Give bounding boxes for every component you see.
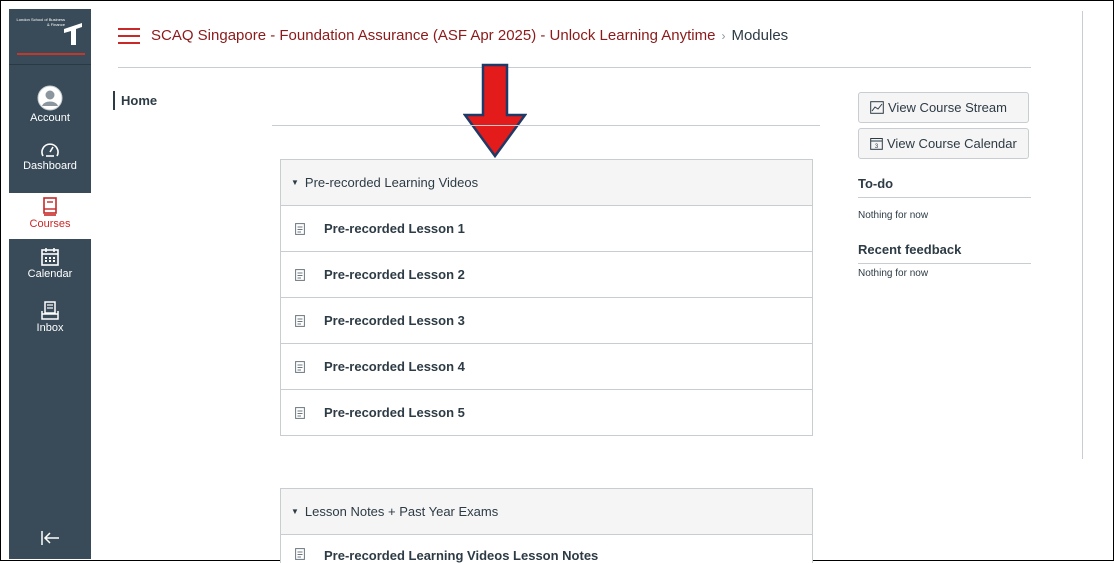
header-divider	[118, 67, 1031, 68]
breadcrumb-course-link[interactable]: SCAQ Singapore - Foundation Assurance (A…	[151, 27, 715, 44]
calendar-icon	[41, 248, 59, 266]
breadcrumb: SCAQ Singapore - Foundation Assurance (A…	[151, 27, 788, 44]
collapse-nav-button[interactable]	[9, 530, 91, 551]
todo-empty-text: Nothing for now	[858, 210, 929, 221]
recent-feedback-heading: Recent feedback	[858, 242, 1031, 264]
module-title: Pre-recorded Learning Videos	[304, 175, 479, 190]
module-item[interactable]: Pre-recorded Lesson 1	[281, 206, 812, 252]
breadcrumb-current: Modules	[731, 27, 789, 44]
module-item-title: Pre-recorded Lesson 3	[324, 313, 465, 328]
module-item-title: Pre-recorded Lesson 1	[324, 221, 465, 236]
courses-book-icon	[43, 197, 57, 216]
module-title: Lesson Notes + Past Year Exams	[304, 504, 499, 519]
dashboard-gauge-icon	[41, 143, 59, 157]
module-item[interactable]: Pre-recorded Lesson 2	[281, 252, 812, 298]
page-icon	[295, 314, 305, 327]
red-down-arrow-annotation	[463, 63, 527, 159]
nav-dashboard[interactable]: Dashboard	[9, 141, 91, 172]
inbox-icon	[41, 301, 59, 320]
page-icon	[295, 268, 305, 281]
account-avatar-icon	[37, 85, 63, 111]
content-divider	[272, 125, 820, 126]
view-course-calendar-button[interactable]: 3 View Course Calendar	[858, 128, 1029, 159]
view-course-stream-button[interactable]: View Course Stream	[858, 92, 1029, 123]
page-icon	[295, 406, 305, 419]
course-menu-toggle[interactable]	[118, 28, 140, 44]
logo-mark-icon	[64, 23, 82, 45]
module-item-title: Pre-recorded Lesson 2	[324, 267, 465, 282]
nav-inbox[interactable]: Inbox	[9, 301, 91, 334]
logo-text: London School of Business & Finance	[16, 17, 65, 27]
module-item-title: Pre-recorded Lesson 5	[324, 405, 465, 420]
page-icon	[295, 222, 305, 235]
course-nav-home[interactable]: Home	[113, 91, 157, 110]
module-item[interactable]: Pre-recorded Lesson 5	[281, 390, 812, 435]
institution-logo[interactable]: London School of Business & Finance	[9, 9, 91, 65]
view-course-calendar-label: View Course Calendar	[887, 136, 1017, 151]
page-icon	[295, 548, 305, 560]
todo-heading: To-do	[858, 176, 1031, 198]
view-course-stream-label: View Course Stream	[888, 100, 1007, 115]
module-item[interactable]: Pre-recorded Lesson 4	[281, 344, 812, 390]
page-icon	[295, 360, 305, 373]
nav-calendar[interactable]: Calendar	[9, 247, 91, 280]
caret-down-icon: ▼	[291, 178, 299, 187]
nav-account-label: Account	[30, 112, 70, 124]
course-calendar-icon: 3	[870, 138, 883, 150]
nav-courses[interactable]: Courses	[9, 193, 91, 239]
module-lesson-notes: ▼ Lesson Notes + Past Year Exams Pre-rec…	[280, 488, 813, 563]
feedback-empty-text: Nothing for now	[858, 268, 929, 279]
module-header[interactable]: ▼ Lesson Notes + Past Year Exams	[281, 489, 812, 535]
module-pre-recorded-videos: ▼ Pre-recorded Learning Videos Pre-recor…	[280, 159, 813, 436]
breadcrumb-separator: ›	[721, 29, 726, 43]
page-edge-divider	[1082, 11, 1083, 459]
module-item-title: Pre-recorded Lesson 4	[324, 359, 465, 374]
nav-courses-label: Courses	[29, 218, 71, 230]
module-item[interactable]: Pre-recorded Learning Videos Lesson Note…	[281, 535, 812, 563]
nav-inbox-label: Inbox	[36, 322, 64, 334]
nav-account[interactable]: Account	[9, 85, 91, 124]
module-header[interactable]: ▼ Pre-recorded Learning Videos	[281, 160, 812, 206]
collapse-nav-icon	[41, 531, 59, 545]
course-stream-icon	[870, 101, 884, 114]
nav-dashboard-label: Dashboard	[23, 160, 77, 172]
global-nav: London School of Business & Finance Acco…	[9, 9, 91, 559]
logo-underline	[17, 53, 85, 55]
module-item[interactable]: Pre-recorded Lesson 3	[281, 298, 812, 344]
caret-down-icon: ▼	[291, 507, 299, 516]
hamburger-icon	[118, 28, 140, 30]
nav-calendar-label: Calendar	[27, 268, 73, 280]
